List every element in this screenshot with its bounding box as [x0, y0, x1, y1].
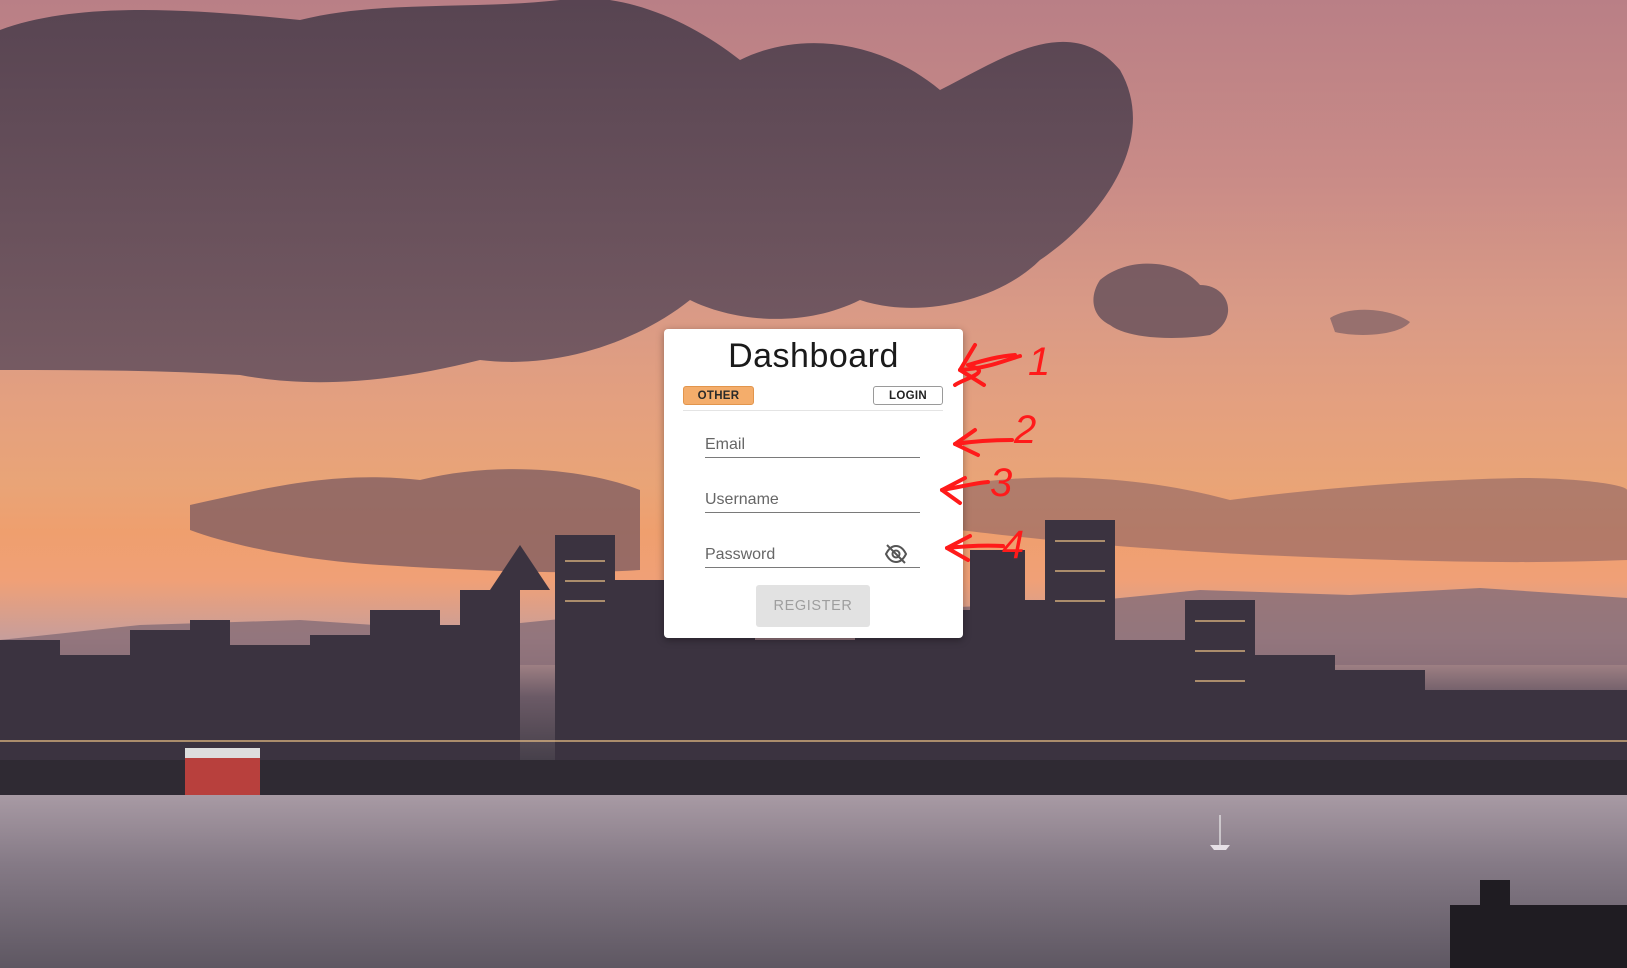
- register-button[interactable]: REGISTER: [756, 585, 870, 627]
- email-label: Email: [705, 436, 746, 453]
- password-field[interactable]: Password: [705, 542, 920, 568]
- auth-card: Dashboard OTHER LOGIN Email Username Pas…: [664, 329, 963, 638]
- card-title: Dashboard: [728, 337, 899, 375]
- eye-off-icon[interactable]: [884, 544, 908, 564]
- username-label: Username: [705, 491, 779, 508]
- page-background: Dashboard OTHER LOGIN Email Username Pas…: [0, 0, 1627, 968]
- email-field[interactable]: Email: [705, 432, 920, 458]
- tab-login[interactable]: LOGIN: [873, 386, 943, 405]
- annotation-number-3: 3: [990, 461, 1012, 505]
- username-field[interactable]: Username: [705, 487, 920, 513]
- annotation-number-4: 4: [1002, 523, 1024, 567]
- annotation-number-2: 2: [1013, 408, 1036, 452]
- password-label: Password: [705, 546, 776, 563]
- annotation-number-1: 1: [1028, 340, 1050, 384]
- tabs-divider: [683, 410, 943, 411]
- tab-other[interactable]: OTHER: [683, 386, 754, 405]
- annotation-arrow-1: [953, 353, 1017, 387]
